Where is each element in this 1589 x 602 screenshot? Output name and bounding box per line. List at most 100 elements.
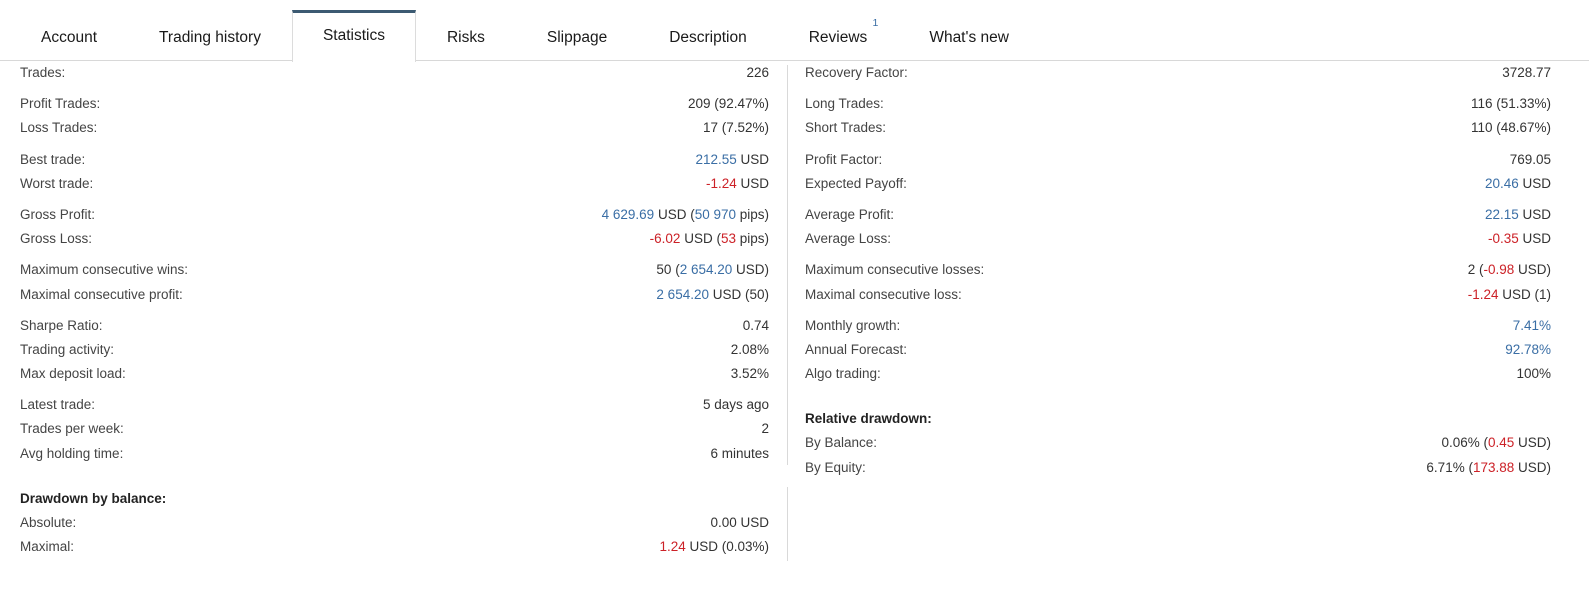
stat-value: 0.06% (0.45 USD): [1441, 431, 1551, 455]
tab-label: Account: [41, 29, 98, 46]
stat-value-part: 7.41%: [1512, 317, 1551, 333]
tab-badge-count: 1: [872, 17, 879, 29]
stat-value-part: 17 (7.52%): [702, 120, 769, 136]
stat-value: 50 (2 654.20 USD): [656, 258, 769, 282]
tab-risks[interactable]: Risks: [416, 13, 516, 61]
stat-value-part: 0.45: [1487, 435, 1515, 451]
stat-group: Average Profit: 22.15 USD Average Loss: -0.…: [805, 203, 1551, 251]
stat-label: Loss Trades:: [20, 120, 98, 136]
stat-value: 22.15 USD: [1485, 203, 1551, 227]
stat-value-part: USD): [732, 262, 769, 278]
stat-value: 2: [761, 417, 769, 441]
relative-drawdown-rows: By Balance: 0.06% (0.45 USD) By Equity: 6.7…: [805, 431, 1551, 479]
stat-value: 20.46 USD: [1485, 172, 1551, 196]
stat-value-part: 53: [720, 231, 736, 247]
stat-row: Short Trades: 110 (48.67%): [805, 116, 1551, 140]
stat-row: Average Loss: -0.35 USD: [805, 227, 1551, 251]
stat-value-part: 226: [746, 65, 769, 80]
stat-value-part: -1.24: [1467, 286, 1499, 302]
stat-row: Best trade: 212.55 USD: [20, 148, 769, 172]
stat-value-part: USD (0.03%): [685, 539, 769, 555]
stat-value-part: 173.88: [1472, 459, 1515, 475]
stat-group: Profit Factor: 769.05 Expected Payoff: 20.4…: [805, 148, 1551, 196]
drawdown-by-balance-block: Drawdown by balance: Absolute: 0.00 USD Ma…: [20, 487, 769, 560]
stat-row: By Balance: 0.06% (0.45 USD): [805, 431, 1551, 455]
stat-value: 212.55 USD: [695, 148, 769, 172]
stat-row: Profit Factor: 769.05: [805, 148, 1551, 172]
stat-value-part: 2.08%: [730, 341, 769, 357]
stat-row: Algo trading: 100%: [805, 362, 1551, 386]
stat-row: Long Trades: 116 (51.33%): [805, 92, 1551, 116]
tab-statistics[interactable]: Statistics: [291, 10, 416, 62]
tab-label: Description: [669, 29, 747, 46]
stat-value-part: 3728.77: [1502, 65, 1551, 80]
stat-value-part: 50 970: [694, 206, 736, 222]
stat-label: Gross Loss:: [20, 231, 93, 247]
statistics-right-column: Recovery Factor: 3728.77 Long Trades: 116 (…: [805, 61, 1551, 480]
stat-group: Latest trade: 5 days ago Trades per week: 2…: [20, 393, 769, 466]
stat-label: Maximal consecutive profit:: [20, 286, 183, 302]
stat-group: Long Trades: 116 (51.33%) Short Trades: 110…: [805, 92, 1551, 140]
stat-value-part: 6.71% (: [1426, 459, 1473, 475]
stat-row: Monthly growth: 7.41%: [805, 314, 1551, 338]
stat-value-part: USD: [736, 151, 769, 167]
stat-value-part: 0.00 USD: [710, 515, 769, 530]
stat-label: Trades:: [20, 65, 66, 80]
stat-value-part: USD): [1514, 435, 1551, 451]
tab-label: Statistics: [322, 27, 385, 44]
stat-label: Trades per week:: [20, 421, 124, 437]
stat-value-part: -6.02: [649, 231, 681, 247]
tab-account[interactable]: Account: [10, 13, 128, 61]
stat-row: Sharpe Ratio: 0.74: [20, 314, 769, 338]
stat-value: 7.41%: [1513, 314, 1551, 338]
stat-row: Recovery Factor: 3728.77: [805, 61, 1551, 85]
stat-label: Avg holding time:: [20, 445, 124, 461]
stat-label: Worst trade:: [20, 175, 94, 191]
stat-value-part: -1.24: [705, 175, 737, 191]
stat-value-part: 2 (: [1467, 262, 1484, 278]
stat-label: Long Trades:: [805, 96, 884, 112]
stat-value-part: pips): [735, 231, 769, 247]
stat-value-part: 0.06% (: [1441, 435, 1488, 451]
stat-value-part: 769.05: [1509, 151, 1551, 167]
stat-value-part: USD): [1514, 262, 1551, 278]
stat-group: Best trade: 212.55 USD Worst trade: -1.24 U…: [20, 148, 769, 196]
stat-label: Maximum consecutive wins:: [20, 262, 189, 278]
stat-value: 2.08%: [731, 338, 769, 362]
stat-value: -1.24 USD (1): [1468, 283, 1551, 307]
stat-label: Max deposit load:: [20, 366, 126, 382]
tab-slippage[interactable]: Slippage: [516, 13, 638, 61]
stat-value: 209 (92.47%): [688, 92, 769, 116]
stat-value-part: USD (1): [1498, 286, 1551, 302]
tab-label: Trading history: [159, 29, 261, 46]
stat-value-part: USD: [1518, 231, 1551, 247]
stat-row: Maximal consecutive loss: -1.24 USD (1): [805, 283, 1551, 307]
stat-label: Algo trading:: [805, 366, 881, 382]
stat-value: 2 654.20 USD (50): [656, 283, 769, 307]
stat-value-part: 3.52%: [730, 366, 769, 382]
tab-what-s-new[interactable]: What's new: [898, 13, 1040, 61]
stat-value: 3.52%: [731, 362, 769, 386]
stat-row: Average Profit: 22.15 USD: [805, 203, 1551, 227]
statistics-panel: Trades: 226 Profit Trades: 209 (92.47%) Loss…: [0, 61, 1589, 602]
stat-value-part: USD): [1514, 459, 1551, 475]
column-divider-bottom: [787, 487, 788, 561]
stat-row: Loss Trades: 17 (7.52%): [20, 116, 769, 140]
stat-value-part: 110 (48.67%): [1470, 120, 1551, 136]
tab-reviews[interactable]: Reviews 1: [778, 13, 899, 61]
stat-value: 5 days ago: [703, 393, 769, 417]
stat-label: Maximal:: [20, 539, 75, 555]
stat-label: Annual Forecast:: [805, 341, 908, 357]
stat-value: -1.24 USD: [706, 172, 769, 196]
stat-value-part: 5 days ago: [702, 397, 769, 413]
stat-row: By Equity: 6.71% (173.88 USD): [805, 456, 1551, 480]
stat-label: Average Profit:: [805, 206, 895, 222]
tab-description[interactable]: Description: [638, 13, 778, 61]
drawdown-by-balance-rows: Absolute: 0.00 USD Maximal: 1.24 USD (0.03%…: [20, 511, 769, 559]
column-divider-top: [787, 65, 788, 465]
stat-value: 92.78%: [1505, 338, 1551, 362]
stat-group: Trades: 226: [20, 61, 769, 85]
stat-label: Sharpe Ratio:: [20, 317, 103, 333]
relative-drawdown-block: Relative drawdown: By Balance: 0.06% (0.4…: [805, 407, 1551, 480]
tab-trading-history[interactable]: Trading history: [128, 13, 292, 61]
